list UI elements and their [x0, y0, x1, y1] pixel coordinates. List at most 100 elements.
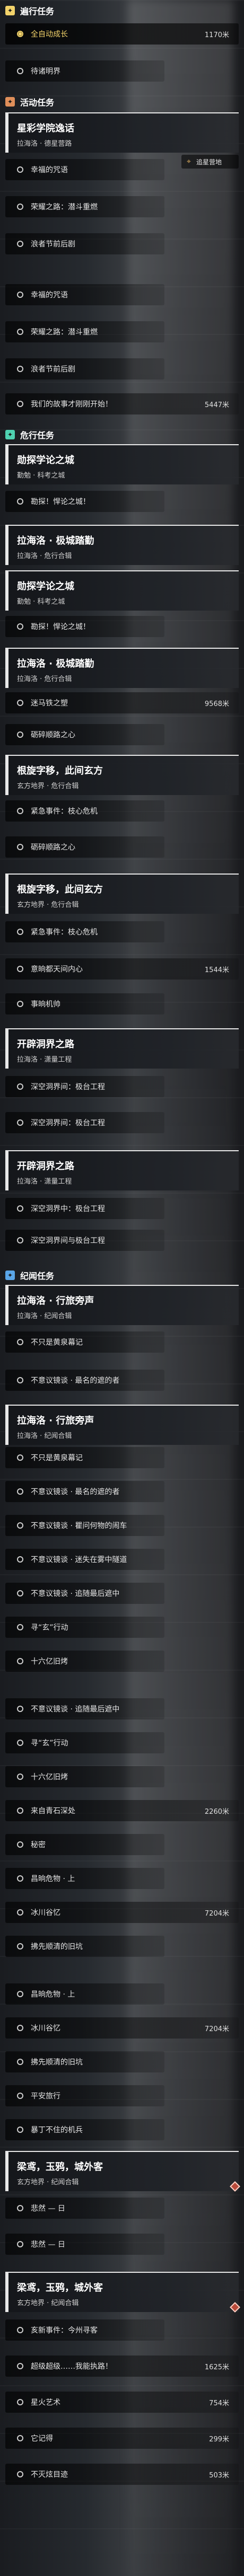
quest-card[interactable]: 根旋字移，此间玄方 玄方地界 · 危行合辑 — [5, 755, 239, 795]
list-item[interactable]: 超级超级……我能执路！ 1625米 — [5, 2356, 239, 2377]
quest-card[interactable]: 拉海洛 · 极城踏勤 拉海洛 · 危行合辑 — [5, 525, 239, 565]
list-item-label: 不意议镜谈 · 瞿问何物的闹车 — [31, 1522, 127, 1530]
list-item[interactable]: 砺碎顺路之心 — [5, 724, 164, 745]
list-item[interactable]: 荣耀之路：潜斗重燃 — [5, 196, 164, 217]
list-item[interactable]: 不只是黄泉幕记 — [5, 1331, 164, 1353]
section-daily-title: 遍行任务 — [20, 6, 55, 16]
quest-card[interactable]: 拉海洛 · 行旅旁声 拉海洛 · 纪闻合辑 — [5, 1285, 239, 1325]
quest-card[interactable]: 开辟洞界之路 拉海洛 · 潇量工程 — [5, 1150, 239, 1190]
quest-card[interactable]: 勋探学论之城 勤勉 · 科考之城 — [5, 570, 239, 611]
list-item[interactable]: 亥新事件：今州寻客 — [5, 2319, 164, 2341]
list-item[interactable]: 浪者节前后剧 — [5, 233, 164, 254]
list-item[interactable]: 冰川谷忆 7204米 — [5, 2017, 239, 2039]
list-item-label: 浪者节前后剧 — [31, 365, 75, 374]
radio-icon — [17, 1454, 23, 1461]
list-item-label: 幸福的咒语 — [31, 291, 68, 299]
card-subtitle: 玄方地界 · 纪闻合辑 — [17, 2299, 79, 2307]
pin-icon: ⌖ — [187, 157, 191, 166]
quest-card[interactable]: 拉海洛 · 极城踏勤 拉海洛 · 危行合辑 — [5, 648, 239, 688]
list-item[interactable]: 不意议镜谈 · 迷失在雾中隧道 — [5, 1549, 164, 1570]
list-item[interactable]: 十六亿旧烤 — [5, 1651, 164, 1672]
list-item-label: 寻“玄”行动 — [31, 1739, 68, 1748]
list-item-label: 昌晌危物 · 上 — [31, 1875, 75, 1883]
card-subtitle: 玄方地界 · 纪闻合辑 — [17, 2178, 79, 2186]
event-quest-card[interactable]: 星彩学院逸话 拉海洛 · 德星营路 — [5, 112, 239, 153]
list-item[interactable]: 平安旅行 — [5, 2085, 164, 2106]
list-item[interactable]: 深空洞界中：极台工程 — [5, 1198, 164, 1219]
list-item[interactable]: 昌晌危物 · 上 — [5, 1983, 164, 2005]
list-item[interactable]: 不意议镜谈 · 最名的遮的者 — [5, 1481, 164, 1502]
card-subtitle: 拉海洛 · 潇量工程 — [17, 1056, 72, 1064]
list-item[interactable]: 来自青石深处 2260米 — [5, 1800, 239, 1821]
list-item[interactable]: 不意议镜谈 · 追随最后遮中 — [5, 1698, 164, 1719]
waypoint-hint[interactable]: ⌖ 追星营地 — [181, 155, 239, 169]
list-item[interactable]: 幸福的咒语 — [5, 284, 164, 305]
list-item[interactable]: 秘密 — [5, 1834, 164, 1855]
list-item[interactable]: 深空洞界间与极台工程 — [5, 1230, 164, 1251]
list-item[interactable]: 勘探！悍论之城！ — [5, 616, 164, 637]
card-title: 星彩学院逸话 — [17, 123, 74, 134]
list-item[interactable]: 寻“玄”行动 — [5, 1617, 164, 1638]
list-item-label: 暴丁不住的机兵 — [31, 2126, 83, 2134]
list-item[interactable]: 不意议镜谈 · 瞿问何物的闹车 — [5, 1515, 164, 1536]
card-accent-bar — [5, 2273, 8, 2312]
list-item[interactable]: 寻“玄”行动 — [5, 1732, 164, 1753]
section-abyss-header[interactable]: ✦ 危行任务 — [0, 427, 244, 442]
list-item[interactable]: 十六亿旧烤 — [5, 1766, 164, 1787]
list-item[interactable]: 不意议镜谈 · 最名的遮的者 — [5, 1370, 164, 1391]
daily-item[interactable]: 待诸明界 — [5, 60, 164, 82]
section-activity-header[interactable]: ✦ 活动任务 — [0, 94, 244, 109]
list-item[interactable]: 星火艺术 754米 — [5, 2392, 239, 2413]
card-title: 勋探学论之城 — [17, 581, 74, 592]
quest-card[interactable]: 勋探学论之城 勤勉 · 科考之城 — [5, 444, 239, 484]
card-subtitle: 勤勉 · 科考之城 — [17, 472, 65, 480]
distance: 7204米 — [204, 1909, 229, 1918]
quest-card[interactable]: 根旋字移，此间玄方 玄方地界 · 危行合辑 — [5, 874, 239, 914]
list-item[interactable]: 暴丁不住的机兵 — [5, 2119, 164, 2140]
radio-icon — [17, 1377, 23, 1383]
quest-card[interactable]: 梁鸢，玉鸦，城外客 玄方地界 · 纪闻合辑 — [5, 2151, 239, 2191]
list-item[interactable]: 悲然 — 日 — [5, 2198, 164, 2219]
radio-icon — [17, 1943, 23, 1949]
list-item[interactable]: 昌晌危物 · 上 — [5, 1868, 164, 1889]
list-item[interactable]: 幸福的咒语 — [5, 159, 164, 180]
card-accent-bar — [5, 875, 8, 914]
card-title: 开辟洞界之路 — [17, 1039, 74, 1050]
section-abyss-title: 危行任务 — [20, 430, 55, 440]
list-item[interactable]: 砺碎顺路之心 — [5, 836, 164, 858]
list-item[interactable]: 紧急事件：枝心危机 — [5, 800, 164, 822]
record-icon: ✦ — [5, 1271, 15, 1280]
card-accent-bar — [5, 2152, 8, 2191]
list-item[interactable]: 拂先顺清的旧坑 — [5, 2051, 164, 2072]
radio-icon — [17, 1807, 23, 1814]
list-item-label: 浪者节前后剧 — [31, 240, 75, 249]
radio-icon — [17, 929, 23, 935]
quest-card[interactable]: 拉海洛 · 行旅旁声 拉海洛 · 纪闻合辑 — [5, 1405, 239, 1445]
list-item[interactable]: 冰川谷忆 7204米 — [5, 1902, 239, 1923]
list-item[interactable]: 意晌都天间内心 1544米 — [5, 958, 239, 980]
list-item[interactable]: 勘探！悍论之城！ — [5, 491, 164, 512]
list-item[interactable]: 深空洞界间：极台工程 — [5, 1076, 164, 1097]
list-item[interactable]: 我们的故事才刚刚开始！ 5447米 — [5, 393, 239, 414]
daily-active-item[interactable]: 全自动成长 1170米 — [5, 23, 239, 45]
list-item[interactable]: 紧急事件：枝心危机 — [5, 921, 164, 942]
section-record-header[interactable]: ✦ 纪闻任务 — [0, 1268, 244, 1283]
list-item[interactable]: 荣耀之路：潜斗重燃 — [5, 321, 164, 342]
list-item[interactable]: 悲然 — 日 — [5, 2234, 164, 2255]
list-item[interactable]: 事晌机帅 — [5, 993, 164, 1014]
list-item[interactable]: 它记得 299米 — [5, 2428, 239, 2449]
list-item[interactable]: 浪者节前后剧 — [5, 358, 164, 380]
list-item[interactable]: 深空洞界间：极台工程 — [5, 1112, 164, 1133]
distance: 1544米 — [204, 966, 229, 974]
compass-icon: ✦ — [5, 6, 15, 15]
section-daily-header[interactable]: ✦ 遍行任务 — [0, 3, 244, 18]
quest-card[interactable]: 开辟洞界之路 拉海洛 · 潇量工程 — [5, 1028, 239, 1069]
list-item[interactable]: 拂先顺清的旧坑 — [5, 1936, 164, 1957]
list-item-label: 寻“玄”行动 — [31, 1624, 68, 1632]
list-item[interactable]: 不灭炫目迹 503米 — [5, 2464, 239, 2485]
list-item[interactable]: 迷马铁之塑 9568米 — [5, 692, 239, 713]
list-item[interactable]: 不意议镜谈 · 追随最后遮中 — [5, 1583, 164, 1604]
list-item-label: 十六亿旧烤 — [31, 1657, 68, 1666]
quest-card[interactable]: 梁鸢，玉鸦，城外客 玄方地界 · 纪闻合辑 — [5, 2272, 239, 2312]
list-item[interactable]: 不只是黄泉幕记 — [5, 1447, 164, 1468]
